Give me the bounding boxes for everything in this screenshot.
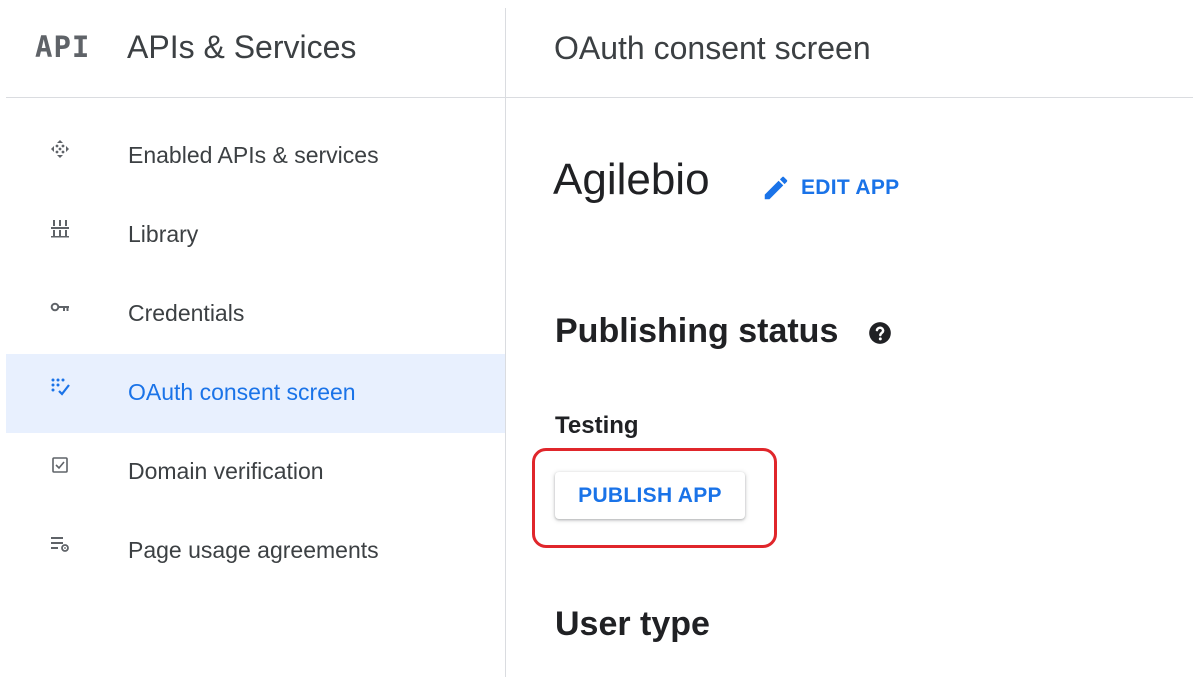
sidebar-header-divider [6,97,505,98]
sidebar-item-library[interactable]: Library [6,196,505,275]
sidebar-item-domain-verification[interactable]: Domain verification [6,433,505,512]
oauth-consent-icon [50,376,70,396]
sidebar-item-enabled-apis[interactable]: Enabled APIs & services [6,117,505,196]
sidebar-item-label: OAuth consent screen [128,379,356,405]
sidebar-item-label: Enabled APIs & services [128,142,379,168]
user-type-heading: User type [555,605,710,643]
sidebar-title[interactable]: APIs & Services [127,29,356,66]
page-title: OAuth consent screen [554,30,871,66]
sidebar-header: API APIs & Services [0,0,505,98]
api-logo: API [35,30,91,64]
sidebar-nav: Enabled APIs & services Library Credenti… [6,117,505,591]
main-header: OAuth consent screen [506,0,1193,98]
help-icon[interactable] [867,320,893,346]
app-name: Agilebio [553,155,710,204]
sidebar-item-credentials[interactable]: Credentials [6,275,505,354]
sidebar-item-label: Library [128,221,199,247]
main-header-divider [506,97,1193,98]
key-icon [50,297,70,317]
sidebar-item-label: Credentials [128,300,245,326]
sidebar-item-oauth-consent[interactable]: OAuth consent screen [6,354,505,433]
publishing-status-heading: Publishing status [555,312,839,350]
settings-list-icon [50,534,70,554]
publishing-status-value: Testing [555,412,639,439]
sidebar: API APIs & Services Enabled APIs & servi… [0,0,505,677]
checkbox-icon [50,455,70,475]
main-content: OAuth consent screen Agilebio EDIT APP P… [506,0,1193,677]
sidebar-item-label: Page usage agreements [128,537,379,563]
pencil-icon [764,176,788,200]
enabled-apis-icon [50,139,70,159]
library-icon [50,218,70,238]
sidebar-item-page-usage[interactable]: Page usage agreements [6,512,505,591]
edit-app-label: EDIT APP [801,176,900,199]
publish-app-button[interactable]: PUBLISH APP [555,472,745,519]
sidebar-item-label: Domain verification [128,458,324,484]
edit-app-button[interactable]: EDIT APP [761,170,899,206]
